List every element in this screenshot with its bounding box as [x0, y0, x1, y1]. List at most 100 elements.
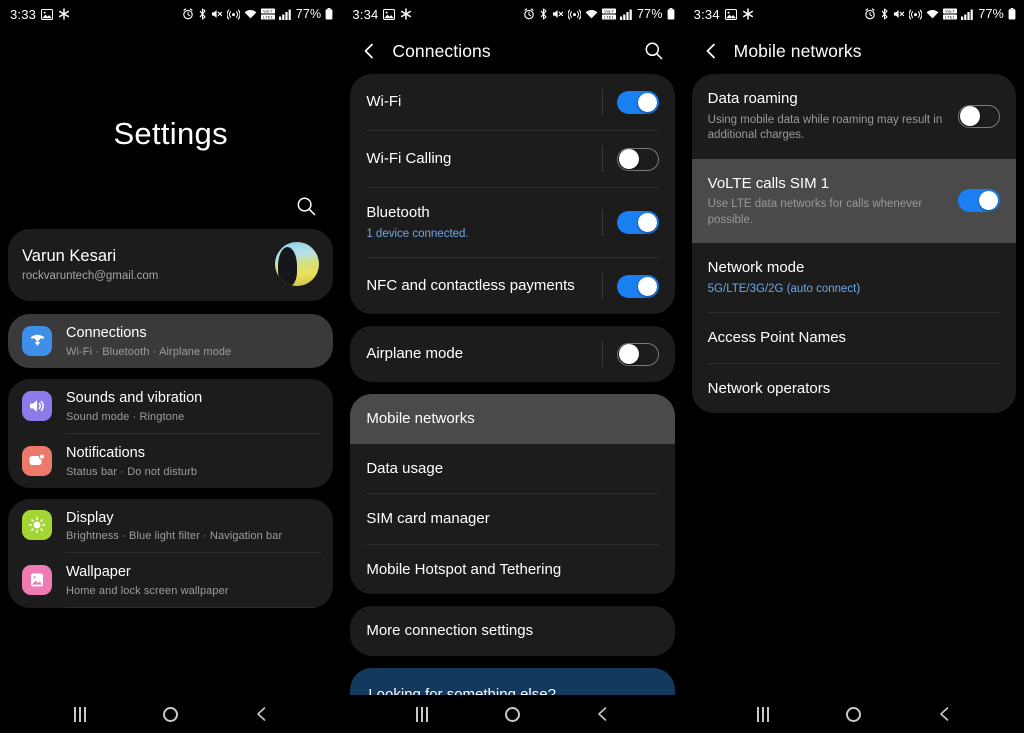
brightness-icon: [22, 510, 52, 541]
sidebar-item-sounds-and-vibration[interactable]: Sounds and vibration Sound mode · Ringto…: [8, 379, 333, 433]
back-icon[interactable]: [242, 699, 282, 729]
search-icon[interactable]: [641, 38, 667, 64]
toggle-separator: [601, 89, 603, 115]
battery-icon: [667, 8, 675, 20]
volte-toggle[interactable]: [957, 189, 1000, 213]
settings-title-area: Settings: [0, 28, 341, 183]
sidebar-item-title: Connections: [66, 325, 147, 341]
sidebar-item-body: Notifications Status bar · Do not distur…: [66, 444, 319, 478]
wifi-icon: [22, 325, 52, 356]
list-item-subtitle: 1 device connected.: [366, 227, 469, 240]
account-card[interactable]: Varun Kesari rockvaruntech@gmail.com: [8, 229, 334, 301]
list-item-more-connection-settings[interactable]: More connection settings: [350, 606, 674, 656]
asterisk-icon: [400, 8, 412, 20]
list-item-access-point-names[interactable]: Access Point Names: [692, 313, 1016, 363]
image-icon: [383, 8, 396, 20]
sidebar-item-display[interactable]: Display Brightness · Blue light filter ·…: [8, 499, 333, 553]
list-item-body: Airplane mode: [366, 344, 601, 364]
toggle-separator: [601, 146, 603, 172]
three-panel-screenshot: 3:33 VoLT LTE1 77% Settings Varun Kesari…: [0, 0, 1024, 733]
home-icon[interactable]: [834, 699, 874, 729]
mute-icon: [552, 8, 564, 20]
sidebar-item-subtitle: Home and lock screen wallpaper: [66, 585, 229, 598]
list-item-sim-card-manager[interactable]: SIM card manager: [350, 494, 674, 544]
toggle-separator: [601, 273, 603, 300]
account-row[interactable]: Varun Kesari rockvaruntech@gmail.com: [8, 229, 333, 301]
list-item-wifi[interactable]: Wi-Fi: [350, 74, 674, 130]
bluetooth-toggle[interactable]: [616, 211, 659, 234]
avatar[interactable]: [275, 242, 320, 286]
battery-percent: 77%: [295, 7, 322, 21]
back-icon[interactable]: [583, 699, 623, 729]
sidebar-item-connections[interactable]: Connections Wi-Fi · Bluetooth · Airplane…: [8, 314, 334, 368]
status-time: 3:34: [352, 6, 379, 22]
sidebar-item-wallpaper[interactable]: Wallpaper Home and lock screen wallpaper: [8, 553, 333, 607]
list-item-network-operators[interactable]: Network operators: [692, 364, 1016, 414]
list-item-data-usage[interactable]: Data usage: [350, 444, 674, 494]
list-item-body: Network mode 5G/LTE/3G/2G (auto connect): [708, 258, 1000, 297]
list-item-body: NFC and contactless payments: [366, 276, 601, 296]
recents-icon[interactable]: [743, 699, 783, 729]
list-item-nfc[interactable]: NFC and contactless payments: [350, 258, 674, 314]
alarm-icon: [864, 8, 876, 20]
list-item-mobile-networks[interactable]: Mobile networks: [350, 394, 675, 444]
list-item-data-roaming[interactable]: Data roaming Using mobile data while roa…: [692, 74, 1016, 159]
airplane-mode-toggle[interactable]: [616, 342, 659, 366]
mobile-networks-card: Data roaming Using mobile data while roa…: [691, 74, 1016, 414]
recents-icon[interactable]: [402, 699, 442, 729]
account-name: Varun Kesari: [22, 247, 117, 266]
list-item-body: Bluetooth 1 device connected.: [366, 203, 601, 242]
toggle-separator: [601, 341, 603, 368]
list-item-body: Mobile networks: [366, 409, 658, 429]
list-item-mobile-hotspot-and-tethering[interactable]: Mobile Hotspot and Tethering: [350, 545, 674, 595]
list-item-title: Airplane mode: [366, 345, 464, 363]
list-item-title: VoLTE calls SIM 1: [707, 174, 830, 192]
sidebar-item-title: Notifications: [66, 444, 145, 461]
recents-icon[interactable]: [60, 699, 100, 729]
list-item-network-mode[interactable]: Network mode 5G/LTE/3G/2G (auto connect): [692, 243, 1016, 312]
nfc-toggle[interactable]: [616, 274, 659, 298]
search-icon[interactable]: [293, 193, 319, 219]
image-icon: [41, 8, 54, 20]
data-roaming-toggle[interactable]: [957, 104, 1000, 128]
list-item-title: Bluetooth: [366, 204, 430, 221]
list-item-subtitle: Using mobile data while roaming may resu…: [707, 113, 943, 142]
navigation-bar-2: [342, 695, 683, 733]
sidebar-item-notifications[interactable]: Notifications Status bar · Do not distur…: [8, 434, 333, 488]
list-item-title: Mobile networks: [366, 410, 475, 428]
home-icon[interactable]: [151, 699, 191, 729]
chevron-left-icon[interactable]: [698, 38, 724, 64]
wifi-icon: [926, 9, 939, 20]
status-bar-1: 3:33 VoLT LTE1 77%: [0, 0, 341, 28]
connections-panel: 3:34 VoLT LTE1 77% Connections Wi-Fi Wi-…: [341, 0, 683, 733]
list-item-body: Access Point Names: [708, 328, 1000, 348]
home-icon[interactable]: [492, 699, 532, 729]
svg-text:LTE1: LTE1: [945, 15, 956, 20]
sidebar-item-body: Sounds and vibration Sound mode · Ringto…: [66, 389, 319, 423]
speaker-icon: [22, 390, 52, 421]
account-email: rockvaruntech@gmail.com: [22, 269, 159, 282]
list-item-wifi-calling[interactable]: Wi-Fi Calling: [350, 131, 674, 187]
more-settings-card: More connection settings: [350, 606, 675, 656]
signal-icon: [620, 9, 632, 20]
toggles-card: Wi-Fi Wi-Fi Calling Bluetooth 1 device c…: [350, 74, 675, 315]
page-title: Settings: [113, 116, 228, 151]
sidebar-item-title: Sounds and vibration: [66, 389, 203, 406]
list-item-body: Network operators: [708, 379, 1000, 399]
list-item-volte-calls-sim-1[interactable]: VoLTE calls SIM 1 Use LTE data networks …: [691, 158, 1016, 244]
list-item-airplane-mode[interactable]: Airplane mode: [350, 326, 674, 382]
signal-icon: [278, 9, 291, 20]
wifi-icon: [585, 9, 598, 20]
volte-icon: VoLT LTE1: [602, 8, 617, 20]
wifi-calling-toggle[interactable]: [616, 147, 659, 171]
mobile-networks-header: Mobile networks: [684, 28, 1024, 74]
chevron-left-icon[interactable]: [356, 38, 382, 64]
account-text: Varun Kesari rockvaruntech@gmail.com: [22, 246, 275, 282]
list-item-bluetooth[interactable]: Bluetooth 1 device connected.: [350, 188, 674, 257]
back-icon[interactable]: [925, 699, 965, 729]
settings-group-2: Sounds and vibration Sound mode · Ringto…: [8, 378, 334, 488]
battery-icon: [1008, 8, 1016, 20]
settings-group-1: Connections Wi-Fi · Bluetooth · Airplane…: [8, 314, 334, 368]
wifi-toggle[interactable]: [616, 90, 659, 114]
sidebar-item-subtitle: Status bar · Do not disturb: [66, 465, 198, 478]
